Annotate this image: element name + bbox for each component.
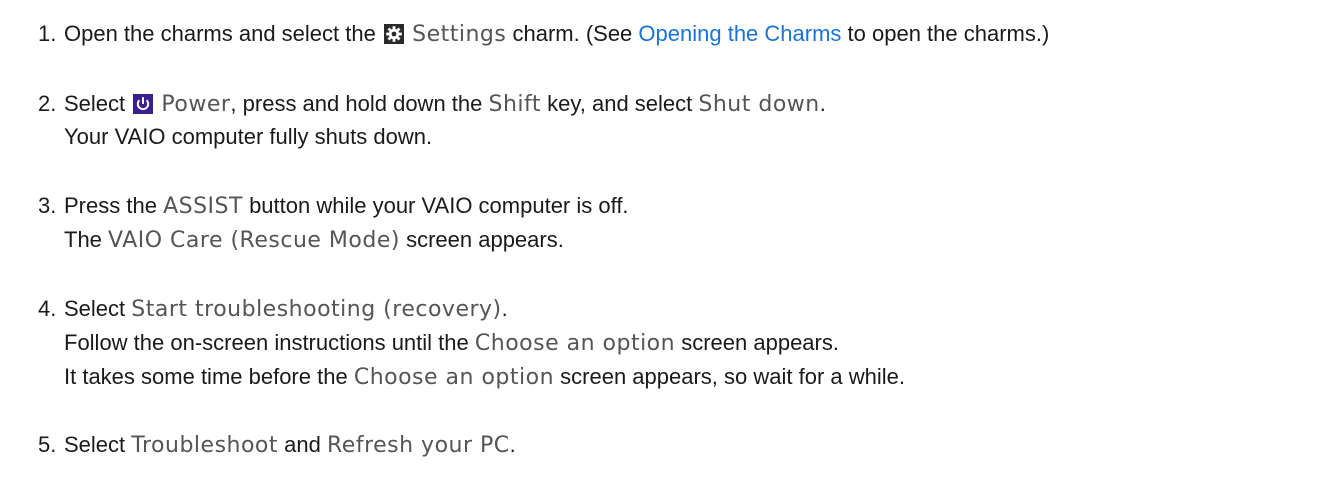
step-line: Press the ASSIST button while your VAIO … <box>64 193 629 220</box>
step-text: Open the charms and select the <box>64 21 376 46</box>
step-number: 4. <box>38 296 57 321</box>
step-text: It takes some time before the <box>64 364 348 389</box>
step-text: . <box>509 432 516 457</box>
opening-the-charms-link[interactable]: Opening the Charms <box>638 21 841 46</box>
ui-term-shut-down: Shut down <box>698 92 820 117</box>
step-text: Select <box>64 296 126 321</box>
step-text: and <box>284 432 321 457</box>
step-text: , press and hold down the <box>230 91 483 116</box>
step-number: 2. <box>38 91 57 116</box>
ui-term-refresh-your-pc: Refresh your PC <box>326 433 510 458</box>
step-text: . <box>819 91 826 116</box>
ui-term-shift: Shift <box>488 92 542 117</box>
ui-term-vaio-care: VAIO Care (Rescue Mode) <box>108 228 400 253</box>
step-text: to open the charms.) <box>847 21 1050 46</box>
step-text: Follow the on-screen instructions until … <box>64 330 469 355</box>
ui-term-troubleshoot: Troubleshoot <box>131 433 279 458</box>
ui-term-settings: Settings <box>412 22 507 47</box>
step-line: It takes some time before the Choose an … <box>64 364 905 391</box>
step-line: Your VAIO computer fully shuts down. <box>64 124 432 150</box>
step-line: Follow the on-screen instructions until … <box>64 330 839 357</box>
step-text: Press the <box>64 193 157 218</box>
step-text: Your VAIO computer fully shuts down. <box>64 124 433 149</box>
step-line: Select Power, press and hold down the Sh… <box>64 91 826 118</box>
settings-gear-icon <box>383 24 404 44</box>
ui-term-assist: ASSIST <box>163 194 243 219</box>
step-line: The VAIO Care (Rescue Mode) screen appea… <box>64 227 564 254</box>
step-text: button while your VAIO computer is off. <box>249 193 629 218</box>
step-text: Select <box>64 432 126 457</box>
step-line: Select Start troubleshooting (recovery). <box>64 296 508 323</box>
step-text: screen appears. <box>681 330 839 355</box>
step-number: 3. <box>38 193 57 218</box>
step-text: screen appears, so wait for a while. <box>560 364 905 389</box>
ui-term-start-troubleshooting: Start troubleshooting (recovery) <box>131 297 502 322</box>
step-text: screen appears. <box>406 227 564 252</box>
ui-term-choose-an-option: Choose an option <box>474 331 676 356</box>
step-text: charm. (See <box>512 21 633 46</box>
ui-term-choose-an-option: Choose an option <box>353 365 555 390</box>
step-text: Select <box>64 91 126 116</box>
power-icon <box>133 94 154 114</box>
step-text: The <box>64 227 102 252</box>
step-text: key, and select <box>547 91 693 116</box>
ui-term-power: Power <box>161 92 231 117</box>
step-line: Select Troubleshoot and Refresh your PC. <box>64 432 516 459</box>
step-text: . <box>501 296 508 321</box>
step-number: 5. <box>38 432 57 457</box>
step-number: 1. <box>38 21 57 46</box>
step-line: Open the charms and select the Settings … <box>64 21 1049 48</box>
